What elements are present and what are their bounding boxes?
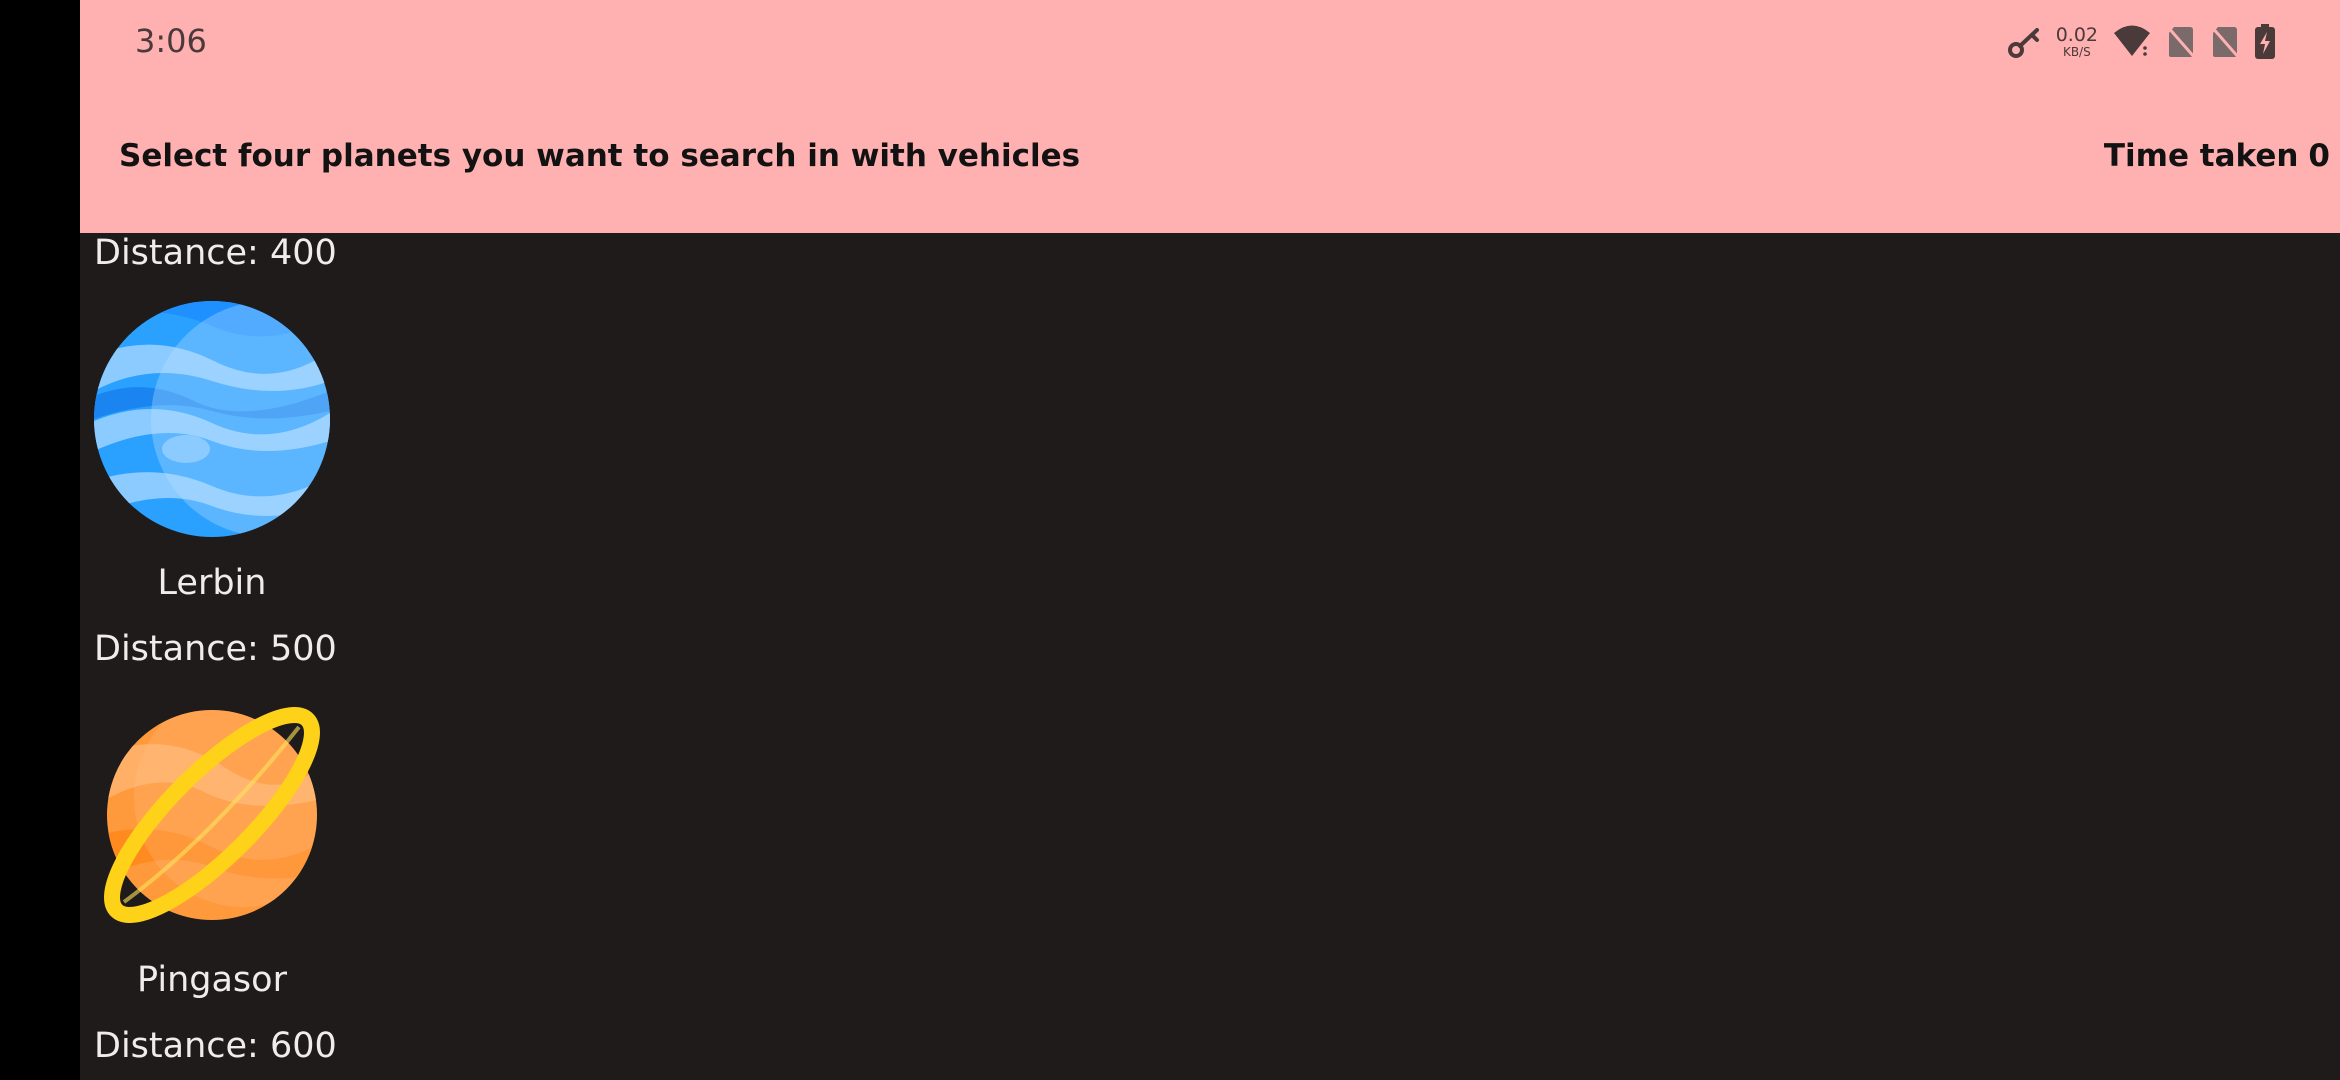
planet-distance: Distance: 400 xyxy=(94,233,337,273)
blue-planet-icon[interactable] xyxy=(94,301,330,537)
planet-name: Pingasor xyxy=(137,960,287,1000)
planet-distance: Distance: 600 xyxy=(94,1026,337,1066)
planet-list[interactable]: Distance: 400 Lerbin Distance: 500 Pinga… xyxy=(80,233,2340,1080)
app-bar: 3:06 0.02 KB/S Select four planets you w… xyxy=(80,0,2340,233)
wifi-icon xyxy=(2112,24,2152,60)
planet-name: Lerbin xyxy=(157,563,267,603)
status-time: 3:06 xyxy=(135,22,207,60)
battery-charging-icon xyxy=(2254,24,2276,60)
network-speed-value: 0.02 xyxy=(2055,24,2098,46)
key-icon xyxy=(2006,24,2042,60)
network-speed: 0.02 KB/S xyxy=(2055,24,2098,59)
page-title: Select four planets you want to search i… xyxy=(119,138,1081,174)
no-sim-icon xyxy=(2210,25,2240,59)
time-taken-value: 0 xyxy=(2308,138,2330,174)
status-icons: 0.02 KB/S xyxy=(2006,22,2276,62)
ringed-planet-icon[interactable] xyxy=(94,697,330,933)
network-speed-unit: KB/S xyxy=(2062,45,2091,59)
app-screen: 3:06 0.02 KB/S Select four planets you w… xyxy=(80,0,2340,1080)
no-sim-icon xyxy=(2166,25,2196,59)
time-taken: Time taken 0 xyxy=(2104,138,2330,174)
planet-distance: Distance: 500 xyxy=(94,629,337,669)
time-taken-label: Time taken xyxy=(2103,138,2299,174)
